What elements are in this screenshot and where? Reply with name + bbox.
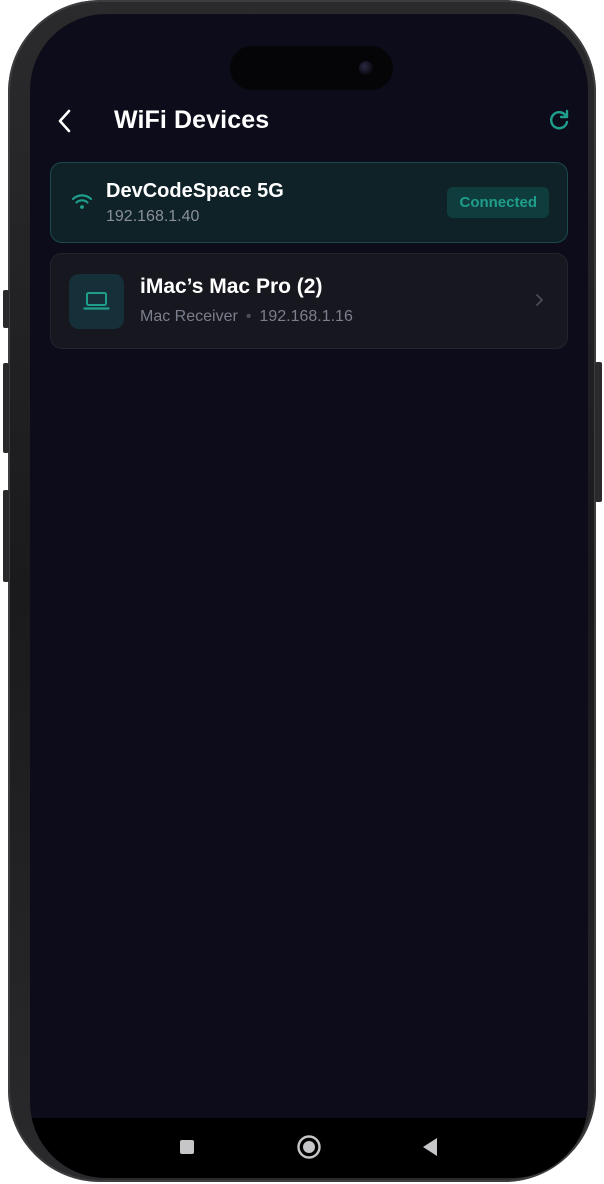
network-name: DevCodeSpace 5G bbox=[106, 180, 284, 202]
device-name: iMac’s Mac Pro (2) bbox=[140, 275, 323, 298]
dynamic-island bbox=[230, 46, 393, 90]
chevron-left-icon bbox=[58, 109, 71, 133]
connected-network-card: DevCodeSpace 5G 192.168.1.40 Connected bbox=[50, 162, 568, 243]
device-list-item[interactable]: iMac’s Mac Pro (2) Mac Receiver • 192.168.… bbox=[50, 253, 568, 349]
wifi-icon bbox=[71, 194, 93, 209]
laptop-icon bbox=[83, 292, 110, 310]
home-button[interactable] bbox=[294, 1132, 324, 1162]
action-button bbox=[3, 290, 9, 328]
network-ip: 192.168.1.40 bbox=[106, 208, 200, 225]
page-title: WiFi Devices bbox=[114, 106, 270, 134]
device-type: Mac Receiver bbox=[140, 308, 238, 325]
top-app-bar: WiFi Devices bbox=[30, 104, 588, 140]
device-ip: 192.168.1.16 bbox=[259, 308, 353, 325]
system-back-button[interactable] bbox=[416, 1132, 446, 1162]
chevron-right-icon bbox=[536, 294, 543, 306]
power-button bbox=[595, 362, 602, 502]
device-details: Mac Receiver • 192.168.1.16 bbox=[140, 308, 353, 326]
refresh-icon bbox=[550, 109, 569, 130]
separator-dot: • bbox=[245, 308, 252, 325]
volume-down-button bbox=[3, 490, 9, 582]
back-icon bbox=[423, 1138, 437, 1156]
home-icon bbox=[297, 1135, 321, 1159]
recents-icon bbox=[180, 1140, 194, 1154]
screen: WiFi Devices DevCodeSpace 5G 192.168.1.4… bbox=[30, 14, 588, 1178]
refresh-button[interactable] bbox=[546, 108, 572, 134]
phone-frame: WiFi Devices DevCodeSpace 5G 192.168.1.4… bbox=[8, 0, 596, 1182]
device-icon-box bbox=[69, 274, 124, 329]
back-button[interactable] bbox=[50, 106, 80, 136]
recents-button[interactable] bbox=[172, 1132, 202, 1162]
front-camera bbox=[359, 61, 373, 75]
system-nav-bar bbox=[30, 1118, 588, 1178]
volume-up-button bbox=[3, 363, 9, 453]
status-badge: Connected bbox=[447, 187, 549, 218]
